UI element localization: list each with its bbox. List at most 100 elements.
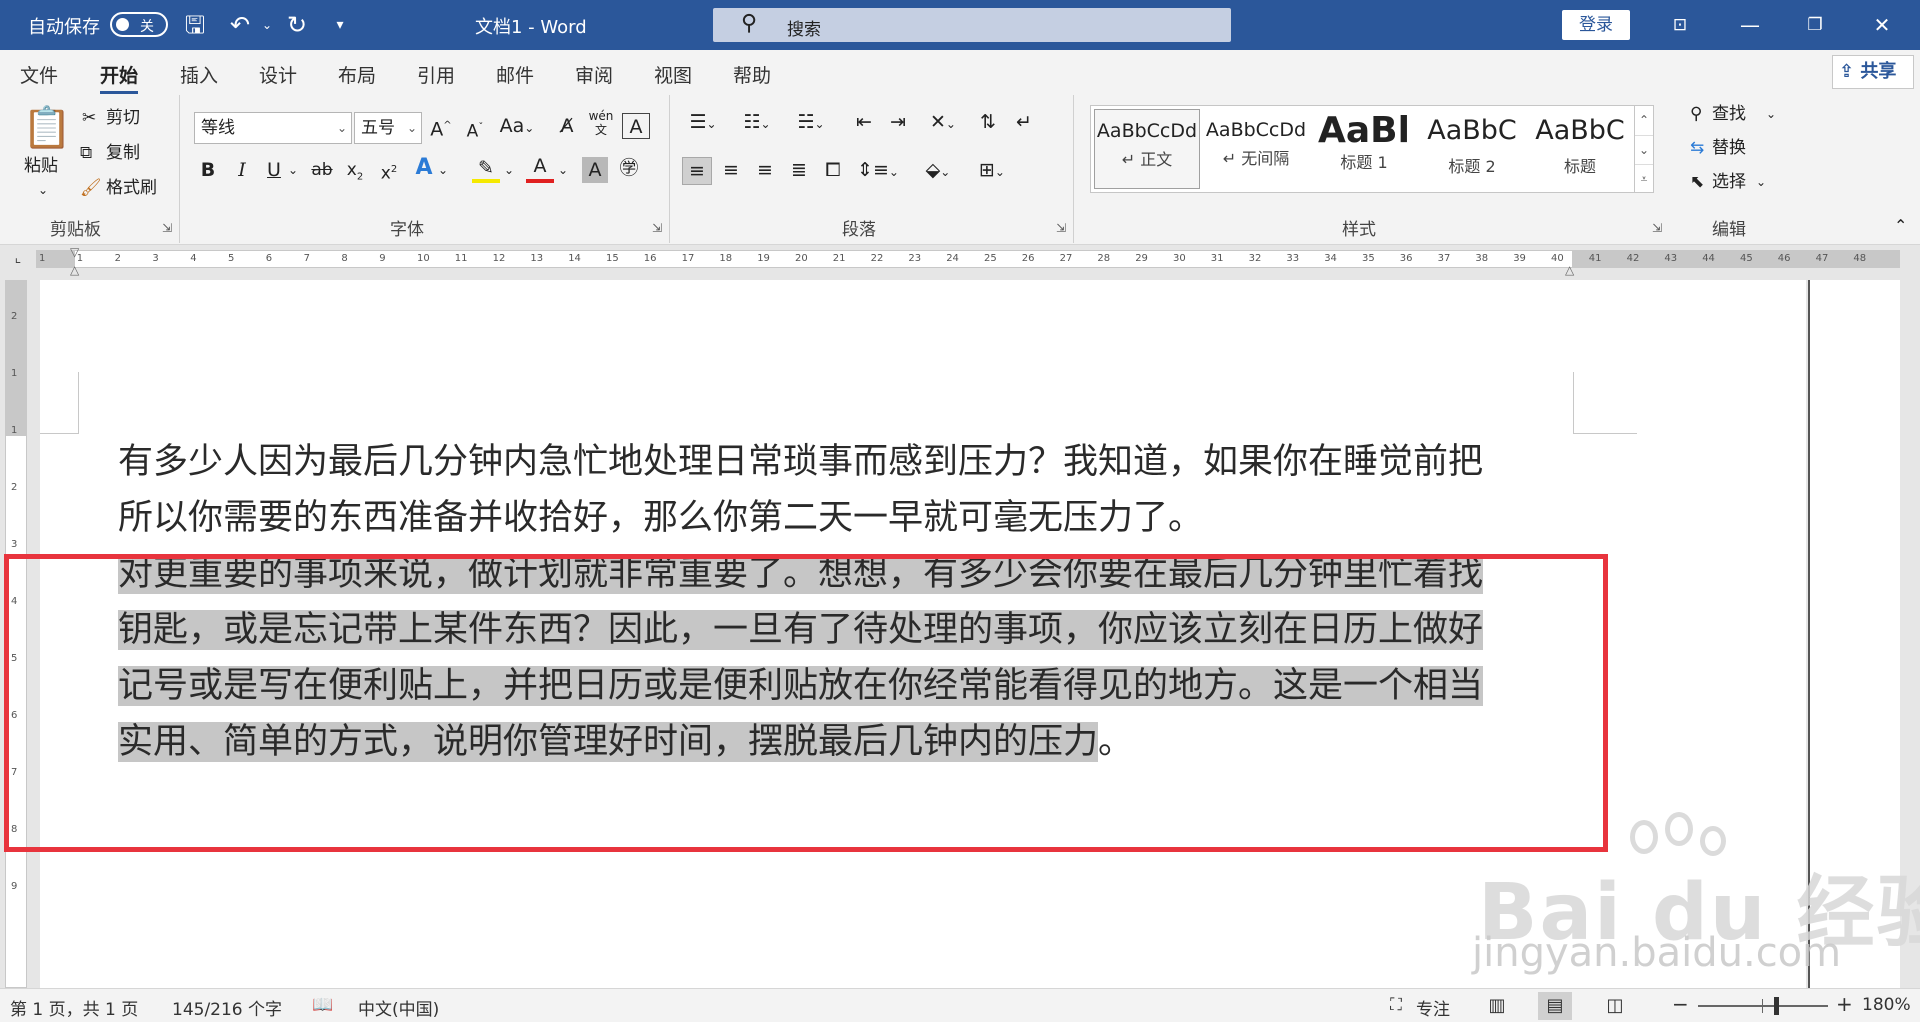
web-layout-icon[interactable]: ◫ [1598,992,1632,1020]
scroll-up-icon[interactable]: ⌃ [1635,106,1653,135]
styles-scroll[interactable]: ⌃ ⌄ ⩡ [1634,105,1654,193]
paste-dropdown-icon[interactable]: ⌄ [38,177,48,203]
font-color-icon[interactable]: A [526,153,554,183]
select-button[interactable]: 选择 [1712,169,1746,195]
subscript-icon[interactable]: x2 [342,157,368,190]
focus-icon[interactable]: ⛶ [1390,995,1402,1015]
decrease-indent-icon[interactable]: ⇤ [850,109,878,135]
justify-icon[interactable]: ≣ [784,157,814,183]
style-title[interactable]: AaBbC 标题 [1527,109,1633,189]
ribbon-display-icon[interactable]: ⊡ [1660,8,1700,42]
styles-launcher-icon[interactable]: ⇲ [1652,221,1662,235]
align-right-icon[interactable]: ≡ [750,157,780,183]
redo-icon[interactable]: ↻ [282,10,312,40]
bullets-icon[interactable]: ☰⌄ [682,109,724,137]
copy-icon[interactable]: ⧉ [80,140,92,166]
text-effects-dropdown-icon[interactable]: ⌄ [436,157,450,183]
shrink-font-icon[interactable]: Aˇ [460,115,490,145]
tab-file[interactable]: 文件 [20,61,58,88]
right-indent-marker[interactable]: △ [1565,263,1574,277]
copy-button[interactable]: 复制 [106,140,140,166]
zoom-slider[interactable] [1698,999,1828,1013]
paste-icon[interactable]: 📋 [22,103,72,153]
font-launcher-icon[interactable]: ⇲ [652,221,662,235]
character-border-icon[interactable]: A [622,113,650,139]
clear-formatting-icon[interactable]: A̸ [552,113,582,139]
select-icon[interactable]: ⬉ [1690,169,1704,195]
scroll-down-icon[interactable]: ⌄ [1635,135,1653,164]
replace-button[interactable]: 替换 [1712,135,1746,161]
change-case-icon[interactable]: Aa⌄ [496,113,538,141]
format-painter-button[interactable]: 格式刷 [106,175,157,201]
close-icon[interactable]: ✕ [1862,8,1902,42]
cut-icon[interactable]: ✂ [82,105,96,131]
borders-icon[interactable]: ⊞⌄ [970,157,1014,185]
style-no-spacing[interactable]: AaBbCcDd ↵ 无间隔 [1203,109,1309,189]
numbering-icon[interactable]: ☷⌄ [736,109,778,137]
collapse-ribbon-icon[interactable]: ⌃ [1894,213,1907,239]
highlight-icon[interactable]: ✎ [472,155,500,183]
find-dropdown-icon[interactable]: ⌄ [1766,101,1776,127]
multilevel-list-icon[interactable]: ☵⌄ [790,109,832,137]
underline-dropdown-icon[interactable]: ⌄ [286,157,300,183]
phonetic-guide-icon[interactable]: wén 文 [586,109,616,137]
tab-view[interactable]: 视图 [654,61,692,88]
tab-home[interactable]: 开始 [100,61,139,94]
cut-button[interactable]: 剪切 [106,105,140,131]
bold-icon[interactable]: B [196,157,220,183]
align-left-icon[interactable]: ≡ [682,157,712,185]
underline-icon[interactable]: U [262,157,286,183]
text-effects-icon[interactable]: A [410,155,438,181]
style-normal[interactable]: AaBbCcDd ↵ 正文 [1094,109,1200,189]
share-button[interactable]: ⇪ 共享 [1832,55,1914,89]
more-styles-icon[interactable]: ⩡ [1635,164,1653,192]
tab-selector-icon[interactable]: ⌞ [6,250,30,268]
strikethrough-icon[interactable]: ab [308,157,336,183]
tab-design[interactable]: 设计 [259,61,297,88]
hanging-indent-marker[interactable]: △ [70,263,79,277]
select-dropdown-icon[interactable]: ⌄ [1756,169,1766,195]
first-line-indent-marker[interactable]: ▽ [70,245,79,259]
style-heading-2[interactable]: AaBbC 标题 2 [1419,109,1525,189]
grow-font-icon[interactable]: A^ [426,113,456,142]
italic-icon[interactable]: I [230,157,254,183]
format-painter-icon[interactable]: 🖌 [80,175,102,201]
superscript-icon[interactable]: x2 [376,157,402,187]
paragraph-launcher-icon[interactable]: ⇲ [1056,221,1066,235]
restore-icon[interactable]: ❐ [1795,8,1835,42]
minimize-icon[interactable]: — [1730,8,1770,42]
sort-icon[interactable]: ⇅ [974,109,1002,135]
increase-indent-icon[interactable]: ⇥ [884,109,912,135]
style-heading-1[interactable]: AaBl 标题 1 [1311,109,1417,189]
customize-qat-icon[interactable]: ▾ [325,10,355,40]
tab-help[interactable]: 帮助 [733,61,771,88]
clipboard-launcher-icon[interactable]: ⇲ [162,221,172,235]
find-button[interactable]: 查找 [1712,101,1746,127]
zoom-slider-thumb[interactable] [1774,997,1779,1015]
undo-dropdown-icon[interactable]: ⌄ [252,10,282,40]
chinese-layout-icon[interactable]: ✕⌄ [922,109,964,137]
font-name-combo[interactable]: 等线 ⌄ [194,112,352,144]
focus-button[interactable]: 专注 [1416,995,1450,1020]
autosave-toggle[interactable]: 关 [110,12,168,37]
login-button[interactable]: 登录 [1562,10,1630,40]
zoom-level[interactable]: 180% [1862,995,1911,1015]
line-spacing-icon[interactable]: ⇕≡⌄ [856,157,900,185]
find-icon[interactable]: ⚲ [1690,101,1702,127]
language[interactable]: 中文(中国) [358,995,439,1020]
proofing-icon[interactable]: 📖 [312,995,333,1015]
undo-icon[interactable]: ↶ [225,10,255,40]
zoom-in-button[interactable]: + [1836,992,1853,1016]
search-box[interactable]: ⚲ 搜索 [713,8,1231,42]
save-icon[interactable]: 🖫 [180,10,210,40]
ruler-bar[interactable]: 1 1 2 3 4 5 6 7 8 9 10 11 12 13 14 15 16 17 18 19 20 21 22 23 24… [36,250,1900,268]
replace-icon[interactable]: ⇆ [1690,135,1704,161]
font-size-combo[interactable]: 五号 ⌄ [354,112,422,144]
print-layout-icon[interactable]: ▤ [1538,992,1572,1020]
paste-button[interactable]: 粘贴 [24,153,58,179]
tab-review[interactable]: 审阅 [575,61,613,88]
tab-insert[interactable]: 插入 [180,61,218,88]
tab-references[interactable]: 引用 [417,61,455,88]
distributed-icon[interactable]: ⧠ [818,157,848,183]
shading-icon[interactable]: ⬙⌄ [916,157,960,185]
